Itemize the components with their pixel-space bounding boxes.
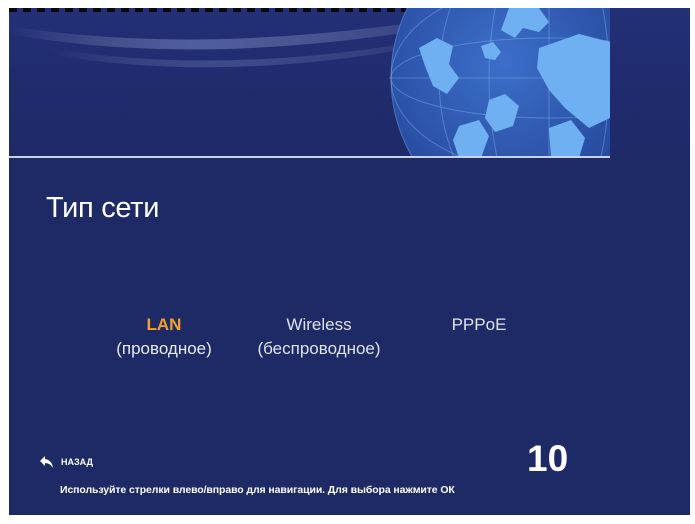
option-lan-name: LAN — [146, 315, 182, 334]
countdown-timer: 10 — [527, 438, 569, 479]
navigation-hint: Используйте стрелки влево/вправо для нав… — [60, 484, 455, 496]
option-lan-subtitle: (проводное) — [116, 339, 212, 358]
back-button[interactable]: НАЗАД — [39, 454, 93, 470]
back-arrow-icon — [40, 456, 53, 468]
back-label: НАЗАД — [61, 457, 93, 467]
option-pppoe[interactable]: PPPoE — [439, 313, 519, 337]
option-lan[interactable]: LAN (проводное) — [104, 313, 224, 361]
banner-divider — [9, 156, 610, 158]
option-pppoe-name: PPPoE — [451, 315, 507, 334]
option-wireless-subtitle: (беспроводное) — [257, 339, 381, 358]
globe-graphic — [389, 8, 610, 156]
header-banner — [9, 8, 690, 156]
setup-screen: Тип сети LAN (проводное) Wireless (беспр… — [9, 8, 690, 515]
option-wireless-name: Wireless — [286, 315, 352, 334]
option-wireless[interactable]: Wireless (беспроводное) — [246, 313, 392, 361]
globe-icon — [389, 8, 610, 156]
page-title: Тип сети — [46, 192, 160, 224]
